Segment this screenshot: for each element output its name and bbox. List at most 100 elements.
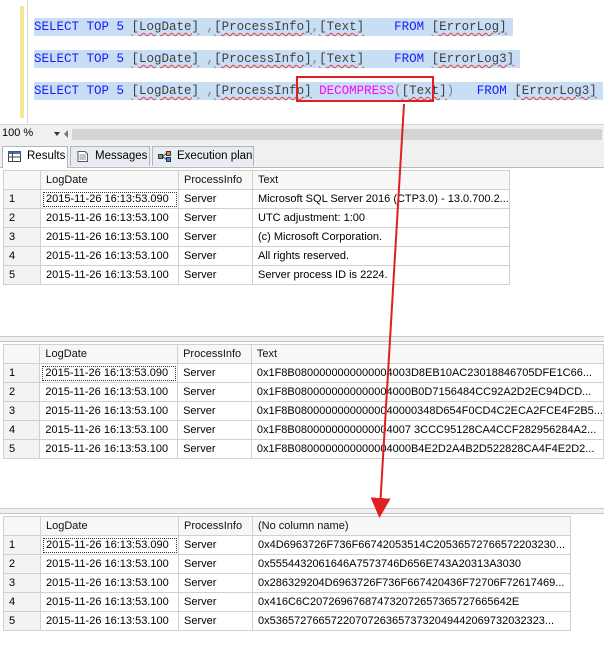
cell-processinfo[interactable]: Server [178, 535, 253, 555]
cell-processinfo[interactable]: Server [178, 208, 253, 228]
row-number[interactable]: 2 [3, 208, 41, 228]
cell-processinfo[interactable]: Server [178, 592, 253, 612]
column-header[interactable]: (No column name) [252, 516, 571, 536]
table-row[interactable]: 3 2015-11-26 16:13:53.100 Server (c) Mic… [3, 227, 510, 247]
column-header[interactable]: LogDate [40, 170, 179, 190]
column-header[interactable]: ProcessInfo [178, 170, 253, 190]
results-table[interactable]: LogDate ProcessInfo (No column name) 1 2… [3, 516, 571, 631]
cell-logdate[interactable]: 2015-11-26 16:13:53.100 [39, 420, 179, 440]
table-row[interactable]: 5 2015-11-26 16:13:53.100 Server Server … [3, 265, 510, 285]
results-grid-1[interactable]: LogDate ProcessInfo Text 1 2015-11-26 16… [0, 168, 604, 336]
corner-cell[interactable] [3, 170, 41, 190]
column-header[interactable]: ProcessInfo [178, 516, 253, 536]
table-row[interactable]: 2 2015-11-26 16:13:53.100 Server UTC adj… [3, 208, 510, 228]
row-number[interactable]: 4 [3, 592, 41, 612]
cell-processinfo[interactable]: Server [178, 573, 253, 593]
cell-logdate[interactable]: 2015-11-26 16:13:53.090 [40, 535, 179, 555]
column-header[interactable]: ProcessInfo [177, 344, 252, 364]
row-number[interactable]: 5 [3, 611, 41, 631]
horizontal-scrollbar[interactable] [72, 129, 602, 140]
row-number[interactable]: 4 [3, 246, 41, 266]
cell-logdate[interactable]: 2015-11-26 16:13:53.100 [40, 573, 179, 593]
table-row[interactable]: 2 2015-11-26 16:13:53.100 Server 0x1F8B0… [2, 382, 604, 402]
table-row[interactable]: 1 2015-11-26 16:13:53.090 Server 0x4D696… [3, 535, 571, 555]
row-number[interactable]: 2 [2, 382, 41, 402]
column-header[interactable]: LogDate [40, 516, 179, 536]
results-table[interactable]: LogDate ProcessInfo Text 1 2015-11-26 16… [3, 170, 510, 285]
column-header[interactable]: Text [250, 344, 604, 364]
table-row[interactable]: 3 2015-11-26 16:13:53.100 Server 0x28632… [3, 573, 571, 593]
cell-logdate[interactable]: 2015-11-26 16:13:53.100 [40, 592, 179, 612]
cell-logdate[interactable]: 2015-11-26 16:13:53.100 [40, 227, 179, 247]
results-grid-3[interactable]: LogDate ProcessInfo (No column name) 1 2… [0, 514, 604, 656]
table-row[interactable]: 1 2015-11-26 16:13:53.090 Server 0x1F8B0… [2, 363, 604, 383]
row-number[interactable]: 3 [2, 401, 41, 421]
cell-text[interactable]: 0x286329204D6963726F736F667420436F72706F… [252, 573, 571, 593]
cell-text[interactable]: (c) Microsoft Corporation. [252, 227, 510, 247]
row-number[interactable]: 1 [3, 535, 41, 555]
cell-logdate[interactable]: 2015-11-26 16:13:53.100 [39, 401, 179, 421]
cell-processinfo[interactable]: Server [178, 227, 253, 247]
cell-processinfo[interactable]: Server [177, 382, 252, 402]
row-number[interactable]: 2 [3, 554, 41, 574]
cell-processinfo[interactable]: Server [178, 611, 253, 631]
tab-messages[interactable]: Messages [70, 146, 150, 166]
table-row[interactable]: 4 2015-11-26 16:13:53.100 Server 0x1F8B0… [2, 420, 604, 440]
column-header[interactable]: Text [252, 170, 510, 190]
corner-cell[interactable] [2, 344, 41, 364]
row-number[interactable]: 3 [3, 573, 41, 593]
cell-text[interactable]: 0x1F8B0800000000000004003D8EB10AC2301884… [250, 363, 604, 383]
cell-logdate[interactable]: 2015-11-26 16:13:53.090 [39, 363, 179, 383]
table-row[interactable]: 2 2015-11-26 16:13:53.100 Server 0x55544… [3, 554, 571, 574]
row-number[interactable]: 1 [2, 363, 41, 383]
cell-processinfo[interactable]: Server [177, 420, 252, 440]
query-editor[interactable]: SELECT TOP 5 [LogDate] ,[ProcessInfo],[T… [0, 0, 604, 124]
code-line-2[interactable]: SELECT TOP 5 [LogDate] ,[ProcessInfo],[T… [34, 50, 521, 68]
zoom-dropdown[interactable] [52, 127, 64, 140]
row-number[interactable]: 1 [3, 189, 41, 209]
cell-text[interactable]: UTC adjustment: 1:00 [252, 208, 510, 228]
cell-logdate[interactable]: 2015-11-26 16:13:53.100 [40, 611, 179, 631]
cell-logdate[interactable]: 2015-11-26 16:13:53.100 [39, 439, 179, 459]
tab-execution-plan[interactable]: Execution plan [152, 146, 254, 166]
column-header[interactable]: LogDate [39, 344, 179, 364]
cell-text[interactable]: 0x1F8B0800000000000004007 3CCC95128CA4CC… [250, 420, 604, 440]
table-row[interactable]: 4 2015-11-26 16:13:53.100 Server All rig… [3, 246, 510, 266]
cell-processinfo[interactable]: Server [178, 246, 253, 266]
zoom-level[interactable]: 100 % [2, 127, 52, 140]
row-number[interactable]: 4 [2, 420, 41, 440]
cell-logdate[interactable]: 2015-11-26 16:13:53.100 [40, 208, 179, 228]
cell-processinfo[interactable]: Server [178, 189, 253, 209]
scroll-left-icon[interactable] [64, 130, 68, 138]
cell-text[interactable]: 0x4D6963726F736F66742053514C205365727665… [252, 535, 571, 555]
cell-processinfo[interactable]: Server [177, 363, 252, 383]
cell-logdate[interactable]: 2015-11-26 16:13:53.100 [39, 382, 179, 402]
table-row[interactable]: 1 2015-11-26 16:13:53.090 Server Microso… [3, 189, 510, 209]
code-line-1[interactable]: SELECT TOP 5 [LogDate] ,[ProcessInfo],[T… [34, 18, 513, 36]
results-grid-2[interactable]: LogDate ProcessInfo Text 1 2015-11-26 16… [0, 342, 604, 508]
row-number[interactable]: 5 [2, 439, 41, 459]
cell-processinfo[interactable]: Server [177, 439, 252, 459]
cell-text[interactable]: 0x1F8B0800000000000004000B0D7156484CC92A… [250, 382, 604, 402]
table-row[interactable]: 4 2015-11-26 16:13:53.100 Server 0x416C6… [3, 592, 571, 612]
results-table[interactable]: LogDate ProcessInfo Text 1 2015-11-26 16… [2, 344, 604, 459]
cell-processinfo[interactable]: Server [177, 401, 252, 421]
table-row[interactable]: 3 2015-11-26 16:13:53.100 Server 0x1F8B0… [2, 401, 604, 421]
corner-cell[interactable] [3, 516, 41, 536]
cell-text[interactable]: 0x1F8B08000000000000040000348D654F0CD4C2… [250, 401, 604, 421]
table-row[interactable]: 5 2015-11-26 16:13:53.100 Server 0x1F8B0… [2, 439, 604, 459]
cell-logdate[interactable]: 2015-11-26 16:13:53.090 [40, 189, 179, 209]
cell-text[interactable]: 0x416C6C20726967687473207265736572766564… [252, 592, 571, 612]
table-row[interactable]: 5 2015-11-26 16:13:53.100 Server 0x53657… [3, 611, 571, 631]
cell-text[interactable]: Microsoft SQL Server 2016 (CTP3.0) - 13.… [252, 189, 510, 209]
cell-text[interactable]: 0x53657276657220707263657373204944206973… [252, 611, 571, 631]
cell-logdate[interactable]: 2015-11-26 16:13:53.100 [40, 246, 179, 266]
cell-text[interactable]: 0x1F8B0800000000000004000B4E2D2A4B2D5228… [250, 439, 604, 459]
cell-processinfo[interactable]: Server [178, 265, 253, 285]
cell-logdate[interactable]: 2015-11-26 16:13:53.100 [40, 554, 179, 574]
cell-text[interactable]: All rights reserved. [252, 246, 510, 266]
tab-results[interactable]: Results [2, 146, 68, 168]
cell-logdate[interactable]: 2015-11-26 16:13:53.100 [40, 265, 179, 285]
cell-text[interactable]: 0x5554432061646A7573746D656E743A20313A30… [252, 554, 571, 574]
row-number[interactable]: 5 [3, 265, 41, 285]
